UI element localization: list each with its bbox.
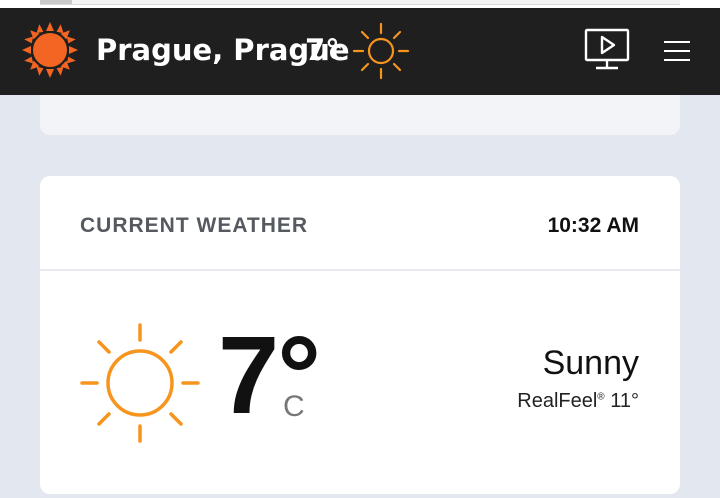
current-weather-card[interactable]: CURRENT WEATHER 10:32 AM 7° C Sunny Real… (40, 176, 680, 494)
previous-card (40, 95, 680, 135)
card-divider (40, 269, 680, 271)
realfeel-label: RealFeel (517, 390, 598, 412)
browser-strip (0, 0, 720, 8)
header-temperature-unit: C (329, 43, 342, 64)
video-play-icon[interactable] (584, 28, 632, 74)
realfeel-value: 11° (610, 390, 639, 412)
sun-logo-icon[interactable] (20, 20, 80, 80)
sun-icon (80, 323, 200, 443)
current-temperature-unit: C (283, 390, 305, 423)
sun-icon (352, 22, 410, 80)
app-header: Prague, Prague 7° C (0, 8, 720, 95)
registered-mark: ® (597, 391, 605, 403)
address-bar[interactable] (40, 0, 680, 5)
address-bar-tab (40, 0, 72, 4)
current-weather-time: 10:32 AM (547, 214, 639, 237)
current-weather-title: CURRENT WEATHER (80, 214, 309, 237)
hamburger-menu-icon[interactable] (662, 39, 692, 63)
condition-text: Sunny (542, 344, 639, 382)
realfeel-text: RealFeel® 11° (517, 390, 639, 413)
